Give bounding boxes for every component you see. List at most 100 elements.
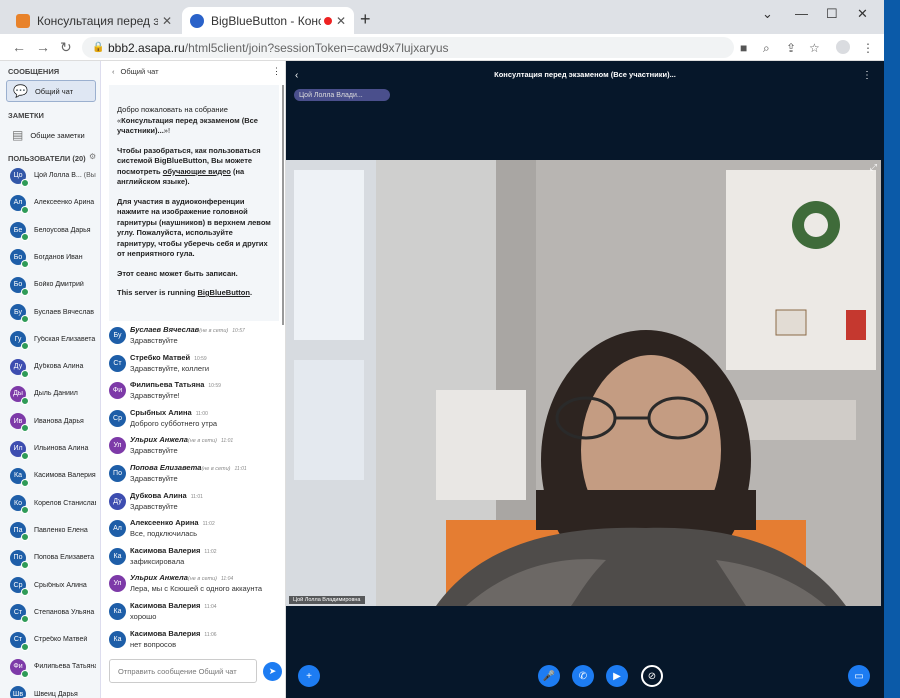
sidebar-item-shared-notes[interactable]: ▤ Общие заметки: [6, 124, 96, 146]
options-menu-icon[interactable]: ⋮: [862, 70, 872, 81]
user-list-item[interactable]: Шв Швеиц Дарья: [0, 681, 100, 698]
user-list-item[interactable]: Ив Иванова Дарья: [0, 408, 100, 435]
close-tab-icon[interactable]: ✕: [336, 14, 346, 28]
close-tab-icon[interactable]: ✕: [162, 14, 172, 28]
user-list-item[interactable]: Ка Касимова Валерия: [0, 462, 100, 489]
avatar: Ср: [109, 409, 126, 427]
audio-status-icon: [21, 615, 29, 624]
audio-status-icon: [21, 560, 29, 569]
avatar: Ст: [109, 354, 126, 372]
user-name: Попова Елизавета: [34, 554, 95, 562]
minimize-button[interactable]: —: [795, 6, 808, 21]
audio-status-icon: [21, 287, 29, 296]
audio-status-icon: [21, 342, 29, 351]
user-name: Богданов Иван: [34, 253, 83, 261]
audio-status-icon: [21, 506, 29, 515]
user-name: Корелов Станислав: [34, 499, 96, 507]
sidebar-item-public-chat[interactable]: 💬 Общий чат: [6, 80, 96, 102]
user-list-item[interactable]: По Попова Елизавета: [0, 544, 100, 571]
moodle-favicon-icon: [16, 13, 30, 28]
user-list-item[interactable]: Ды Дыль Даниил: [0, 380, 100, 407]
user-list-item[interactable]: Ст Стребко Матвей: [0, 626, 100, 653]
user-list-item[interactable]: Фи Филипьева Татьяна: [0, 653, 100, 680]
chat-message: Ка Касимова Валерия 11:04 хорошо: [109, 601, 281, 631]
actions-plus-button[interactable]: +: [298, 665, 320, 687]
user-list-item[interactable]: Ср Срыбных Алина: [0, 572, 100, 599]
user-name: Губская Елизавета: [34, 335, 96, 343]
reload-icon[interactable]: ↻: [60, 39, 72, 56]
meeting-title: Консултация перед экзаменом (Все участни…: [494, 70, 676, 79]
chat-message: Ул Ульрих Анжела(не в сети) 11:04 Лера, мы …: [109, 573, 281, 603]
avatar: Ср: [10, 577, 29, 596]
maximize-button[interactable]: ☐: [826, 6, 838, 22]
avatar: Ул: [109, 437, 126, 455]
tab-search-icon[interactable]: ⌄: [762, 6, 773, 22]
tab-consultation[interactable]: Консультация перед экзаменом ✕: [8, 7, 180, 34]
message-sender: Попова Елизавета(не в сети) 11:01: [130, 463, 247, 472]
webcam-video[interactable]: Цой Лолла Владимировна ⤢: [286, 160, 881, 606]
user-list-item[interactable]: Бу Буслаев Вячеслав: [0, 299, 100, 326]
phone-audio-button[interactable]: ✆: [572, 665, 594, 687]
user-list-item[interactable]: Бо Бойко Дмитрий: [0, 271, 100, 298]
browser-menu-icon[interactable]: ⋮: [862, 41, 874, 55]
message-sender: Ульрих Анжела(не в сети) 11:01: [130, 435, 234, 445]
notes-icon: ▤: [12, 128, 24, 142]
message-sender: Касимова Валерия 11:02: [130, 545, 217, 555]
camera-icon[interactable]: ■: [740, 41, 747, 55]
avatar: Бо: [10, 276, 29, 296]
user-list-item[interactable]: Цо Цой Лолла В... (Вы): [0, 162, 100, 189]
webcam-frame: [286, 160, 881, 606]
message-text: Здравствуйте, коллеги: [130, 363, 210, 373]
fullscreen-icon[interactable]: ⤢: [870, 162, 877, 173]
message-sender: Буслаев Вячеслав(не в сети) 10:57: [130, 325, 245, 334]
settings-gear-icon[interactable]: ⚙: [89, 152, 96, 161]
microphone-button[interactable]: 🎤: [538, 665, 560, 687]
back-icon[interactable]: ←: [12, 39, 26, 55]
user-list-item[interactable]: Ко Корелов Станислав: [0, 490, 100, 517]
message-text: Здравствуйте: [130, 446, 178, 456]
audio-status-icon: [21, 205, 29, 214]
url-field[interactable]: 🔒 bbb2.asapa.ru/html5client/join?session…: [82, 37, 734, 58]
user-list-item[interactable]: Ст Степанова Ульяна: [0, 599, 100, 626]
bbb-link[interactable]: BigBlueButton: [197, 288, 250, 297]
chat-options-icon[interactable]: ⋮: [272, 66, 281, 77]
tutorial-link[interactable]: обучающие видео: [163, 167, 231, 176]
chat-message: Ду Дубкова Алина 11:01 Здравствуйте: [109, 491, 281, 521]
message-text: Здравствуйте: [130, 501, 178, 511]
share-icon[interactable]: ⇪: [786, 41, 796, 55]
user-list-item[interactable]: Ду Дубкова Алина: [0, 353, 100, 380]
new-tab-button[interactable]: +: [360, 9, 371, 30]
message-text: хорошо: [130, 612, 157, 621]
user-name: Степанова Ульяна: [34, 608, 95, 616]
user-list-item[interactable]: Бо Богданов Иван: [0, 244, 100, 271]
bookmark-star-icon[interactable]: ☆: [809, 41, 820, 55]
chat-header[interactable]: ‹ Общий чат: [102, 61, 286, 81]
user-name: Цой Лолла В... (Вы): [34, 172, 96, 179]
forward-icon[interactable]: →: [36, 39, 50, 55]
user-list-item[interactable]: Ил Ильинова Алина: [0, 435, 100, 462]
camera-button[interactable]: ▶: [606, 665, 628, 687]
user-name: Касимова Валерия: [34, 472, 96, 480]
profile-avatar-icon[interactable]: [836, 40, 850, 54]
audio-status-icon: [21, 315, 29, 323]
zoom-icon[interactable]: ⌕: [763, 41, 770, 56]
presentation-toggle-button[interactable]: ▭: [848, 665, 870, 687]
avatar: Ка: [109, 603, 126, 620]
screenshare-button[interactable]: ⊘: [641, 665, 663, 687]
chat-scrollbar[interactable]: [282, 85, 284, 325]
message-sender: Ульрих Анжела(не в сети) 11:04: [130, 573, 234, 583]
chat-message: Ул Ульрих Анжела(не в сети) 11:01 Здравству…: [109, 435, 281, 465]
tab-bigbluebutton[interactable]: BigBlueButton - Консульта ✕: [182, 7, 354, 34]
avatar: Ду: [109, 492, 126, 510]
user-list-item[interactable]: Гу Губская Елизавета: [0, 326, 100, 353]
user-list-item[interactable]: Бе Белоусова Дарья: [0, 217, 100, 244]
send-message-button[interactable]: ➤: [263, 662, 282, 681]
message-sender: Дубкова Алина 11:01: [130, 490, 203, 500]
close-window-button[interactable]: ✕: [857, 6, 868, 22]
user-list-item[interactable]: Па Павленко Елена: [0, 517, 100, 544]
recording-icon: [323, 16, 332, 25]
user-name: Срыбных Алина: [34, 581, 87, 589]
user-list-item[interactable]: Ал Алексеенко Арина: [0, 189, 100, 216]
chat-message-input[interactable]: Отправить сообщение Общий чат: [109, 659, 257, 683]
message-sender: Филипьева Татьяна 10:59: [130, 380, 221, 390]
